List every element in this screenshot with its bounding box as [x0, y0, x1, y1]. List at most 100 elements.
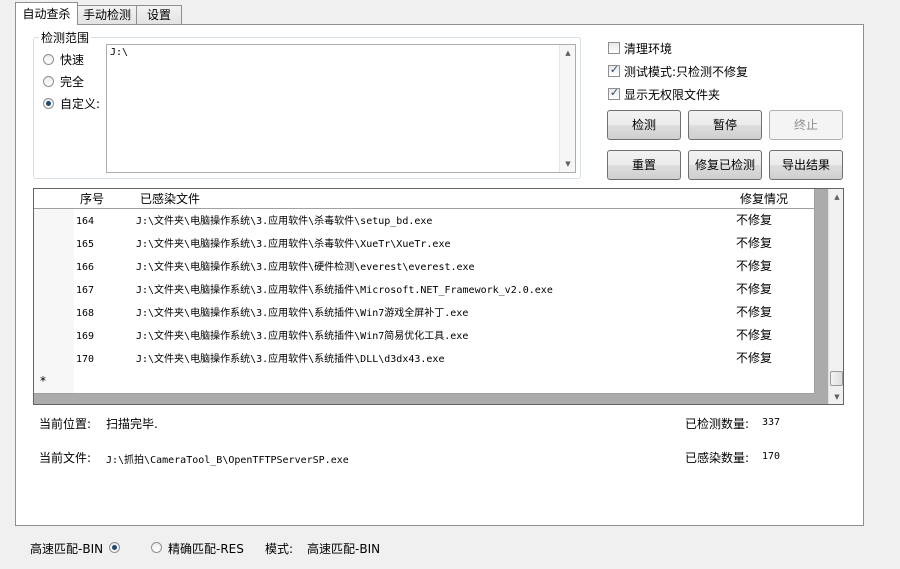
- export-results-button[interactable]: 导出结果: [769, 150, 843, 180]
- grid-cell[interactable]: J:\文件夹\电脑操作系统\3.应用软件\系统插件\Win7简易优化工具.exe: [134, 324, 735, 348]
- scroll-down-arrow-icon[interactable]: ▼: [560, 160, 576, 168]
- grid-corner-header: [34, 189, 75, 209]
- repair-detected-button[interactable]: 修复已检测: [688, 150, 762, 180]
- grid-cell[interactable]: 不修复: [734, 347, 815, 371]
- detected-count-value: 337: [762, 417, 781, 428]
- row-id-cell: 166: [76, 262, 95, 273]
- checkbox-clean-env[interactable]: [608, 42, 620, 54]
- row-header[interactable]: [34, 255, 75, 279]
- radio-selected-dot: [46, 101, 51, 106]
- mode-label: 模式:: [265, 542, 294, 556]
- infected-file-cell: J:\文件夹\电脑操作系统\3.应用软件\系统插件\Win7简易优化工具.exe: [136, 331, 469, 342]
- tab-manual-detect[interactable]: 手动检测: [77, 5, 137, 24]
- grid-cell[interactable]: 166: [74, 255, 135, 279]
- radio-quick[interactable]: [43, 54, 54, 65]
- grid-cell[interactable]: 不修复: [734, 232, 815, 256]
- row-id-cell: 168: [76, 308, 95, 319]
- radio-custom-label: 自定义:: [60, 97, 101, 111]
- scope-group-title: 检测范围: [39, 29, 92, 46]
- checkbox-show-noperm-label: 显示无权限文件夹: [624, 88, 721, 102]
- current-file-value: J:\抓拍\CameraTool_B\OpenTFTPServerSP.exe: [106, 455, 349, 466]
- radio-full[interactable]: [43, 76, 54, 87]
- repair-status-cell: 不修复: [736, 259, 773, 273]
- row-header[interactable]: *: [34, 370, 75, 394]
- grid-cell[interactable]: J:\文件夹\电脑操作系统\3.应用软件\系统插件\Win7游戏全屏补丁.exe: [134, 301, 735, 325]
- infected-count-label: 已感染数量:: [685, 451, 750, 465]
- check-mark-icon: ✓: [609, 63, 620, 76]
- radio-selected-dot: [112, 545, 117, 550]
- exact-match-label: 精确匹配-RES: [168, 542, 244, 556]
- scroll-up-arrow-icon[interactable]: ▲: [560, 49, 576, 57]
- row-header[interactable]: [34, 347, 75, 371]
- row-header[interactable]: [34, 232, 75, 256]
- repair-status-cell: 不修复: [736, 213, 773, 227]
- check-mark-icon: ✓: [609, 86, 620, 99]
- radio-full-label: 完全: [60, 75, 85, 89]
- detect-button[interactable]: 检测: [607, 110, 681, 140]
- grid-cell[interactable]: 169: [74, 324, 135, 348]
- repair-status-cell: 不修复: [736, 328, 773, 342]
- radio-exact-match[interactable]: [151, 542, 162, 553]
- row-id-cell: 165: [76, 239, 95, 250]
- row-header[interactable]: [34, 324, 75, 348]
- repair-status-cell: 不修复: [736, 236, 773, 250]
- grid-cell[interactable]: 170: [74, 347, 135, 371]
- infected-file-cell: J:\文件夹\电脑操作系统\3.应用软件\杀毒软件\XueTr\XueTr.ex…: [136, 239, 451, 250]
- grid-cell[interactable]: 167: [74, 278, 135, 302]
- tab-label: 设置: [146, 8, 171, 22]
- new-row-cell[interactable]: [734, 370, 815, 394]
- grid-cell[interactable]: 不修复: [734, 278, 815, 302]
- grid-cell[interactable]: 168: [74, 301, 135, 325]
- textarea-scrollbar[interactable]: ▲ ▼: [559, 45, 575, 172]
- tab-label: 手动检测: [82, 8, 131, 22]
- custom-path-textarea[interactable]: J:\ ▲ ▼: [106, 44, 576, 173]
- new-row-cell[interactable]: [74, 370, 135, 394]
- row-header[interactable]: [34, 209, 75, 233]
- col-header-status[interactable]: 修复情况: [734, 189, 815, 209]
- detected-count-label: 已检测数量:: [685, 417, 750, 431]
- col-header-id[interactable]: 序号: [74, 189, 135, 209]
- col-header-file[interactable]: 已感染文件: [134, 189, 735, 209]
- infected-files-grid[interactable]: 序号 已感染文件 修复情况 164 J:\文件夹\电脑操作系统\3.应用软件\杀毒…: [33, 188, 844, 405]
- checkbox-clean-env-label: 清理环境: [624, 42, 673, 56]
- repair-status-cell: 不修复: [736, 351, 773, 365]
- grid-cell[interactable]: 不修复: [734, 255, 815, 279]
- grid-cell[interactable]: J:\文件夹\电脑操作系统\3.应用软件\硬件检测\everest\everes…: [134, 255, 735, 279]
- infected-file-cell: J:\文件夹\电脑操作系统\3.应用软件\杀毒软件\setup_bd.exe: [136, 216, 433, 227]
- radio-custom[interactable]: [43, 98, 54, 109]
- row-id-cell: 170: [76, 354, 95, 365]
- grid-cell[interactable]: J:\文件夹\电脑操作系统\3.应用软件\杀毒软件\setup_bd.exe: [134, 209, 735, 233]
- scroll-down-arrow-icon[interactable]: ▼: [829, 393, 843, 401]
- scroll-up-arrow-icon[interactable]: ▲: [829, 193, 843, 201]
- checkbox-show-noperm[interactable]: ✓: [608, 86, 620, 100]
- tab-auto-scan[interactable]: 自动查杀: [15, 2, 78, 25]
- tab-label: 自动查杀: [22, 7, 71, 21]
- stop-button[interactable]: 终止: [769, 110, 843, 140]
- current-file-label: 当前文件:: [39, 451, 92, 465]
- grid-cell[interactable]: J:\文件夹\电脑操作系统\3.应用软件\系统插件\DLL\d3dx43.exe: [134, 347, 735, 371]
- grid-cell[interactable]: 不修复: [734, 301, 815, 325]
- checkbox-test-mode[interactable]: ✓: [608, 63, 620, 77]
- tab-settings[interactable]: 设置: [136, 5, 182, 24]
- reset-button[interactable]: 重置: [607, 150, 681, 180]
- grid-cell[interactable]: 164: [74, 209, 135, 233]
- grid-cell[interactable]: J:\文件夹\电脑操作系统\3.应用软件\系统插件\Microsoft.NET_…: [134, 278, 735, 302]
- grid-scrollbar[interactable]: ▲ ▼: [828, 189, 843, 404]
- infected-file-cell: J:\文件夹\电脑操作系统\3.应用软件\硬件检测\everest\everes…: [136, 262, 475, 273]
- grid-cell[interactable]: 不修复: [734, 324, 815, 348]
- row-header[interactable]: [34, 301, 75, 325]
- infected-count-value: 170: [762, 451, 781, 462]
- new-row-cell[interactable]: [134, 370, 735, 394]
- grid-cell[interactable]: 不修复: [734, 209, 815, 233]
- radio-fast-match[interactable]: [109, 542, 120, 553]
- scrollbar-thumb[interactable]: [830, 371, 843, 386]
- row-header[interactable]: [34, 278, 75, 302]
- fast-match-label: 高速匹配-BIN: [30, 542, 104, 556]
- current-position-value: 扫描完毕.: [106, 417, 158, 431]
- radio-quick-label: 快速: [60, 53, 85, 67]
- current-position-label: 当前位置:: [39, 417, 92, 431]
- grid-cell[interactable]: 165: [74, 232, 135, 256]
- grid-cell[interactable]: J:\文件夹\电脑操作系统\3.应用软件\杀毒软件\XueTr\XueTr.ex…: [134, 232, 735, 256]
- checkbox-test-mode-label: 测试模式:只检测不修复: [624, 65, 749, 79]
- pause-button[interactable]: 暂停: [688, 110, 762, 140]
